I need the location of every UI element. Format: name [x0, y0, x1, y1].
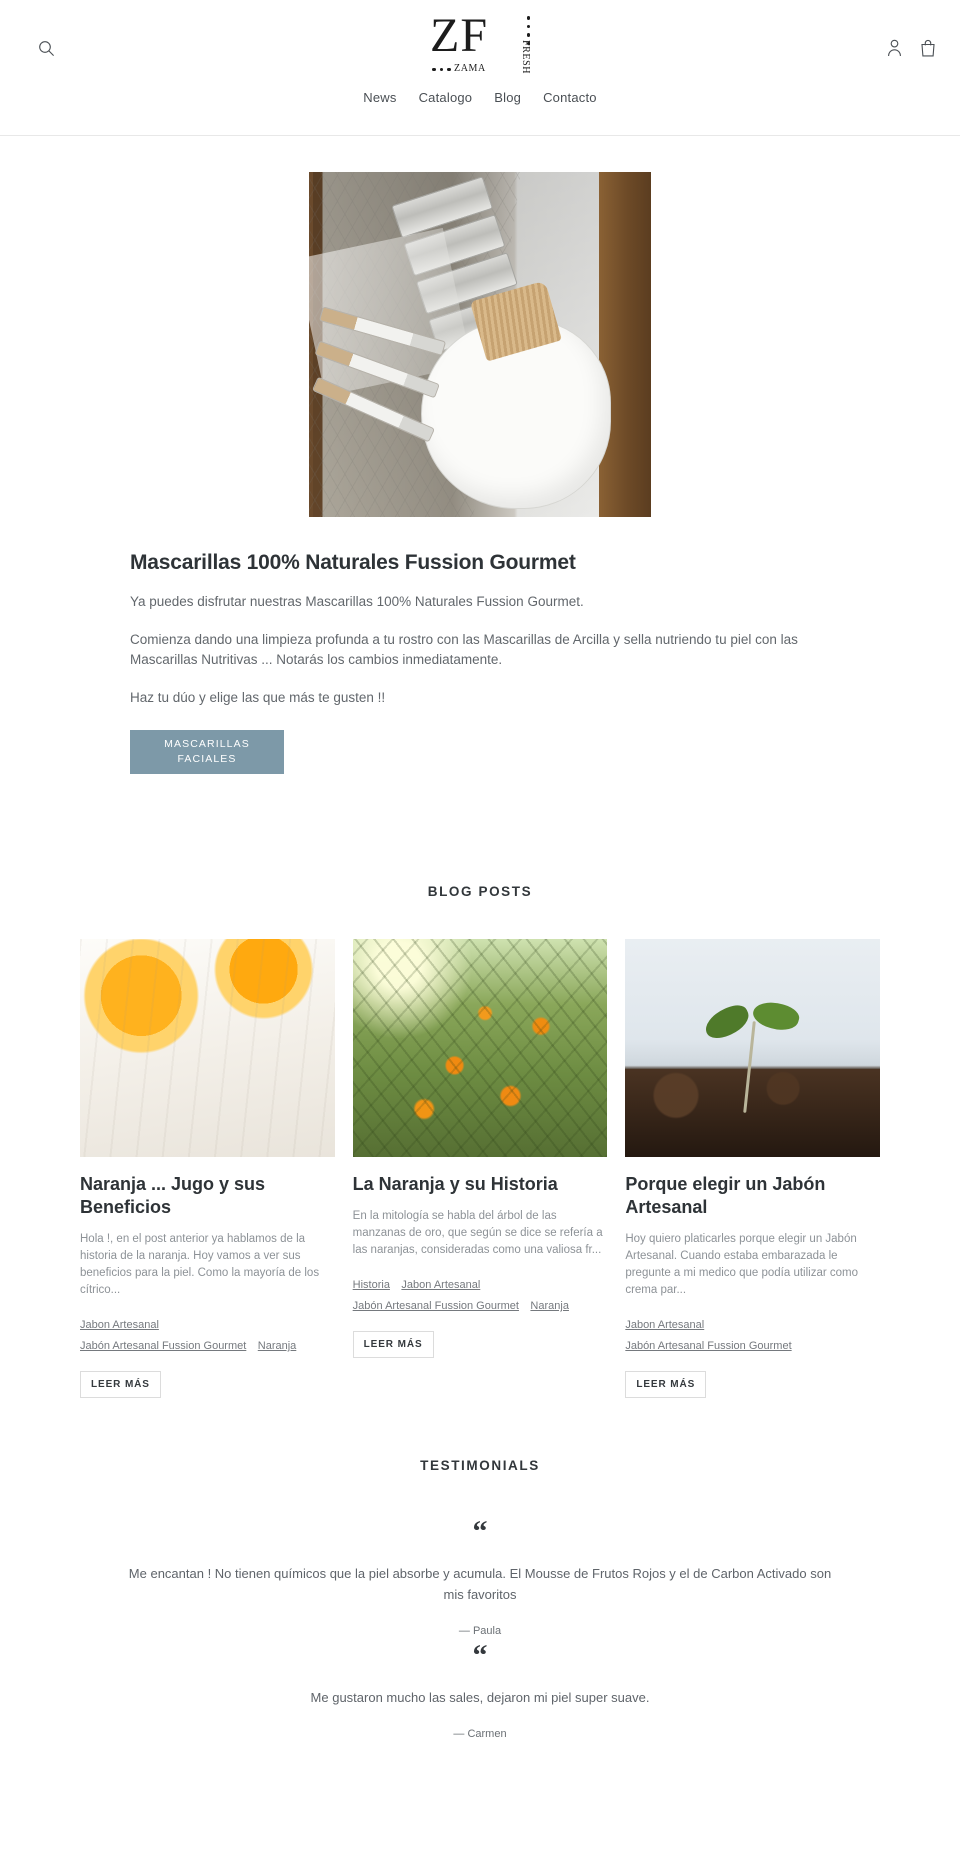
blog-posts-grid: Naranja ... Jugo y sus Beneficios Hola !…	[80, 939, 880, 1398]
logo-dots-icon	[432, 67, 451, 71]
blog-post-title[interactable]: Porque elegir un Jabón Artesanal	[625, 1173, 880, 1219]
blog-post-thumbnail-orange-tree[interactable]	[352, 939, 608, 1157]
testimonial-item: “ Me encantan ! No tienen químicos que l…	[0, 1515, 960, 1638]
testimonial-item: “ Me gustaron mucho las sales, dejaron m…	[0, 1639, 960, 1741]
mascarillas-faciales-button[interactable]: MASCARILLAS FACIALES	[130, 730, 284, 774]
feature-title: Mascarillas 100% Naturales Fussion Gourm…	[130, 551, 576, 574]
account-icon[interactable]	[882, 36, 906, 60]
quote-icon: “	[472, 1515, 488, 1548]
read-more-button[interactable]: LEER MÁS	[352, 1331, 434, 1358]
blog-tag[interactable]: Jabon Artesanal	[80, 1319, 159, 1331]
blog-post-tags: Historia Jabon Artesanal Jabón Artesanal…	[353, 1274, 608, 1316]
blog-tag[interactable]: Naranja	[530, 1300, 569, 1312]
nav-item-catalogo[interactable]: Catalogo	[419, 90, 473, 105]
feature-paragraph-3: Haz tu dúo y elige las que más te gusten…	[130, 690, 386, 705]
logo-fresh-text: FRESH	[520, 39, 531, 74]
blog-post-thumbnail-sprout[interactable]	[625, 939, 880, 1157]
blog-post-card: Porque elegir un Jabón Artesanal Hoy qui…	[625, 939, 880, 1398]
blog-post-tags: Jabon Artesanal Jabón Artesanal Fussion …	[80, 1314, 335, 1356]
nav-item-blog[interactable]: Blog	[494, 90, 521, 105]
blog-post-title[interactable]: La Naranja y su Historia	[353, 1173, 608, 1196]
cart-icon[interactable]	[916, 36, 940, 60]
main-navigation: News Catalogo Blog Contacto	[0, 90, 960, 105]
blog-tag[interactable]: Jabon Artesanal	[401, 1279, 480, 1291]
feature-image	[309, 172, 651, 517]
blog-post-card: Naranja ... Jugo y sus Beneficios Hola !…	[80, 939, 335, 1398]
logo-zama-text: ZAMA	[454, 63, 486, 74]
blog-tag[interactable]: Jabón Artesanal Fussion Gourmet	[625, 1340, 791, 1352]
blog-posts-section: BLOG POSTS Naranja ... Jugo y sus Benefi…	[0, 884, 960, 1398]
blog-tag[interactable]: Jabon Artesanal	[625, 1319, 704, 1331]
blog-post-excerpt: Hoy quiero platicarles porque elegir un …	[625, 1233, 859, 1296]
blog-post-tags: Jabon Artesanal Jabón Artesanal Fussion …	[625, 1314, 880, 1356]
read-more-button[interactable]: LEER MÁS	[80, 1371, 161, 1398]
read-more-button[interactable]: LEER MÁS	[625, 1371, 707, 1398]
blog-posts-heading: BLOG POSTS	[427, 884, 533, 899]
feature-body: Mascarillas 100% Naturales Fussion Gourm…	[130, 517, 830, 774]
blog-tag[interactable]: Jabón Artesanal Fussion Gourmet	[353, 1300, 519, 1312]
feature-section: Mascarillas 100% Naturales Fussion Gourm…	[0, 136, 960, 774]
blog-post-excerpt: Hola !, en el post anterior ya hablamos …	[80, 1233, 320, 1296]
blog-tag[interactable]: Jabón Artesanal Fussion Gourmet	[80, 1340, 246, 1352]
testimonial-text: Me encantan ! No tienen químicos que la …	[128, 1566, 832, 1602]
blog-post-excerpt: En la mitología se habla del árbol de la…	[352, 1210, 603, 1256]
blog-post-card: La Naranja y su Historia En la mitología…	[352, 939, 608, 1398]
blog-post-title[interactable]: Naranja ... Jugo y sus Beneficios	[80, 1173, 335, 1219]
testimonial-author: — Carmen	[453, 1728, 507, 1740]
testimonial-author: — Paula	[458, 1625, 502, 1637]
blog-post-thumbnail-orange-slices[interactable]	[80, 939, 335, 1157]
feature-paragraph-2: Comienza dando una limpieza profunda a t…	[130, 632, 798, 667]
quote-icon: “	[472, 1639, 488, 1672]
testimonials-section: TESTIMONIALS “ Me encantan ! No tienen q…	[0, 1458, 960, 1740]
testimonial-text: Me gustaron mucho las sales, dejaron mi …	[310, 1690, 650, 1705]
site-header: ZF ZAMA FRESH News Catalogo Blog Contact…	[0, 0, 960, 136]
feature-paragraph-1: Ya puedes disfrutar nuestras Mascarillas…	[130, 594, 584, 609]
site-logo[interactable]: ZF ZAMA FRESH	[0, 9, 960, 75]
blog-tag[interactable]: Naranja	[258, 1340, 297, 1352]
blog-tag[interactable]: Historia	[353, 1279, 390, 1291]
logo-zf-text: ZF	[430, 9, 489, 62]
nav-item-news[interactable]: News	[363, 90, 396, 105]
testimonials-heading: TESTIMONIALS	[420, 1458, 540, 1473]
logo-mark: ZF ZAMA FRESH	[428, 9, 532, 75]
nav-item-contacto[interactable]: Contacto	[543, 90, 597, 105]
